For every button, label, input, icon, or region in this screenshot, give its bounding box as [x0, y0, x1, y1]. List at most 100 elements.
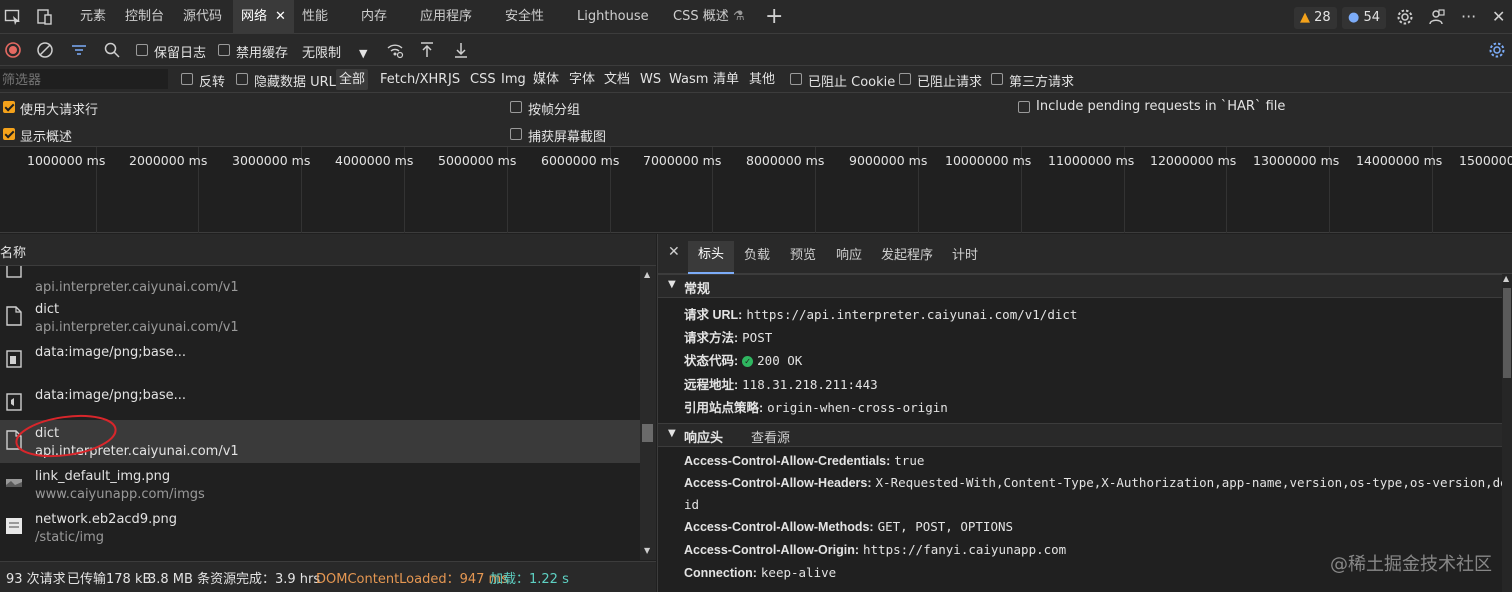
filter-input[interactable] — [0, 69, 168, 89]
tab-css-overview[interactable]: CSS 概述 ⚗ — [673, 0, 745, 34]
tab-network-label: 网络 — [241, 9, 268, 24]
tab-preview[interactable]: 预览 — [790, 244, 816, 274]
more-tabs-plus-icon[interactable]: + — [765, 0, 783, 34]
filter-type-doc[interactable]: 文档 — [601, 69, 633, 90]
tab-security[interactable]: 安全性 — [505, 0, 544, 34]
column-name-header[interactable]: 名称 — [0, 242, 26, 261]
scrollbar-thumb[interactable] — [1503, 288, 1511, 378]
general-section-header[interactable]: ▼ 常规 — [658, 274, 1503, 298]
view-source-link[interactable]: 查看源 — [751, 427, 790, 446]
preserve-log-checkbox[interactable] — [136, 44, 148, 56]
inspect-element-icon[interactable] — [4, 8, 22, 26]
request-domain: /static/img — [35, 530, 104, 545]
scrollbar-thumb[interactable] — [642, 424, 653, 442]
tab-elements[interactable]: 元素 — [80, 0, 106, 34]
record-stop-icon[interactable] — [4, 41, 22, 59]
image-thumbnail-icon — [6, 518, 22, 534]
throttle-select[interactable]: 无限制 ▼ — [302, 42, 367, 61]
tab-performance[interactable]: 性能 — [302, 0, 328, 34]
device-toolbar-icon[interactable] — [36, 8, 54, 26]
table-row[interactable]: network.eb2acd9.png /static/img — [0, 506, 640, 549]
request-domain: www.caiyunapp.com/imgs — [35, 487, 205, 502]
tab-lighthouse[interactable]: Lighthouse — [577, 0, 649, 34]
tab-payload[interactable]: 负载 — [744, 244, 770, 274]
response-headers-section-header[interactable]: ▼ 响应头 查看源 — [658, 423, 1503, 447]
overview-timeline[interactable]: 1000000 ms 2000000 ms 3000000 ms 4000000… — [0, 147, 1512, 233]
export-har-icon[interactable] — [452, 41, 470, 59]
header-value: https://fanyi.caiyunapp.com — [863, 542, 1067, 557]
header-value: GET, POST, OPTIONS — [877, 519, 1014, 534]
close-tab-icon[interactable]: ✕ — [275, 9, 286, 24]
filter-type-media[interactable]: 媒体 — [530, 69, 562, 90]
import-har-icon[interactable] — [418, 41, 436, 59]
filter-type-ws[interactable]: WS — [637, 69, 664, 90]
filter-type-all[interactable]: 全部 — [336, 69, 369, 90]
table-row[interactable]: dict api.interpreter.caiyunai.com/v1 — [0, 296, 640, 339]
scroll-up-icon[interactable]: ▲ — [644, 270, 650, 279]
clear-icon[interactable] — [36, 41, 54, 59]
table-row[interactable]: data:image/png;base... — [0, 339, 640, 382]
timeline-tick-label: 11000000 ms — [1048, 153, 1135, 168]
scroll-down-icon[interactable]: ▼ — [644, 546, 650, 555]
capture-screenshots-checkbox[interactable] — [510, 128, 522, 140]
header-key: 请求方法: — [684, 331, 739, 345]
warnings-count: 28 — [1314, 10, 1331, 25]
header-key: Access-Control-Allow-Headers: — [684, 476, 872, 490]
filter-type-other[interactable]: 其他 — [746, 69, 778, 90]
group-by-frame-checkbox[interactable] — [510, 101, 522, 113]
customize-people-icon[interactable] — [1428, 8, 1446, 26]
network-conditions-icon[interactable] — [386, 41, 404, 59]
warnings-badge[interactable]: ▲ 28 — [1294, 7, 1337, 29]
big-rows-checkbox[interactable] — [3, 101, 15, 113]
red-circle-annotation — [15, 414, 117, 458]
network-summary-bar: 93 次请求 已传输178 kB 3.8 MB 条资源 完成：3.9 hrs D… — [0, 561, 656, 592]
close-detail-icon[interactable]: ✕ — [668, 244, 680, 274]
request-list-scrollbar[interactable]: ▲ ▼ — [640, 266, 656, 560]
filter-type-wasm[interactable]: Wasm — [666, 69, 711, 90]
tab-application[interactable]: 应用程序 — [420, 0, 472, 34]
network-settings-gear-icon[interactable] — [1488, 41, 1506, 59]
close-devtools-icon[interactable]: ✕ — [1492, 0, 1505, 34]
tab-console[interactable]: 控制台 — [125, 0, 164, 34]
third-party-checkbox[interactable] — [991, 73, 1003, 85]
header-value: origin-when-cross-origin — [767, 400, 948, 415]
hide-data-url-checkbox[interactable] — [236, 73, 248, 85]
blocked-requests-checkbox[interactable] — [899, 73, 911, 85]
gear-icon[interactable] — [1396, 8, 1414, 26]
tab-memory[interactable]: 内存 — [361, 0, 387, 34]
tab-response[interactable]: 响应 — [836, 244, 862, 274]
more-options-icon[interactable]: ··· — [1461, 0, 1476, 34]
filter-type-img[interactable]: Img — [498, 69, 529, 90]
search-icon[interactable] — [103, 41, 121, 59]
request-name: data:image/png;base... — [35, 345, 187, 360]
tab-initiator[interactable]: 发起程序 — [881, 244, 933, 274]
filter-icon[interactable] — [70, 41, 88, 59]
messages-badge[interactable]: ● 54 — [1342, 7, 1387, 29]
table-row[interactable]: link_default_img.png www.caiyunapp.com/i… — [0, 463, 640, 506]
filter-type-js[interactable]: JS — [445, 69, 463, 90]
tab-network[interactable]: 网络 ✕ — [233, 0, 294, 34]
header-key: 请求 URL: — [684, 308, 743, 322]
detail-scrollbar[interactable]: ▲ — [1502, 274, 1512, 592]
throttle-value: 无限制 — [302, 46, 342, 61]
tab-headers[interactable]: 标头 — [688, 241, 735, 274]
tab-timing[interactable]: 计时 — [952, 244, 978, 274]
header-key: 状态代码: — [684, 354, 739, 368]
filter-type-fetch-xhr[interactable]: Fetch/XHR — [377, 69, 450, 90]
tab-sources[interactable]: 源代码 — [183, 0, 222, 34]
filter-type-css[interactable]: CSS — [467, 69, 499, 90]
filter-type-font[interactable]: 字体 — [566, 69, 598, 90]
status-ok-icon: ✓ — [742, 356, 754, 367]
invert-checkbox[interactable] — [181, 73, 193, 85]
blocked-cookies-checkbox[interactable] — [790, 73, 802, 85]
filter-type-manifest[interactable]: 清单 — [710, 69, 742, 90]
har-pending-checkbox[interactable] — [1018, 101, 1030, 113]
blocked-requests-label: 已阻止请求 — [917, 75, 983, 90]
table-row-selected[interactable]: dict api.interpreter.caiyunai.com/v1 — [0, 414, 640, 463]
disable-cache-checkbox[interactable] — [218, 44, 230, 56]
show-overview-checkbox[interactable] — [3, 128, 15, 140]
request-name: dict — [35, 302, 60, 317]
scroll-up-icon[interactable]: ▲ — [1503, 274, 1509, 283]
table-row[interactable]: api.interpreter.caiyunai.com/v1 — [0, 266, 640, 299]
resource-size: 3.8 MB 条资源 — [148, 572, 237, 587]
